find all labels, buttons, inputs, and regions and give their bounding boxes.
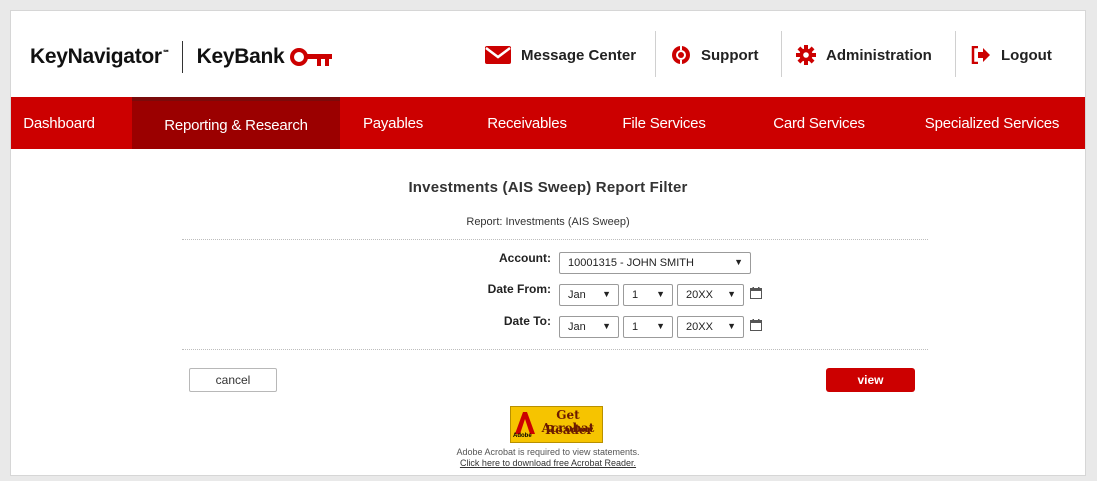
- date-to-label: Date To:: [503, 314, 551, 328]
- logout-label: Logout: [1001, 46, 1052, 64]
- nav-specialized-services[interactable]: Specialized Services: [907, 97, 1077, 149]
- administration-label: Administration: [826, 46, 932, 64]
- logout-link[interactable]: Logout: [971, 35, 1052, 75]
- date-from-month-select[interactable]: Jan ▼: [559, 284, 619, 306]
- main-nav: Dashboard Reporting & Research Payables …: [11, 97, 1085, 149]
- nav-payables[interactable]: Payables: [351, 97, 435, 149]
- date-from-year-select[interactable]: 20XX ▼: [677, 284, 744, 306]
- support-label: Support: [701, 46, 759, 64]
- key-icon: [290, 48, 333, 66]
- gear-icon: [796, 45, 816, 65]
- product-name: KeyNavigator℠: [30, 45, 170, 68]
- util-divider: [781, 31, 782, 77]
- util-divider: [955, 31, 956, 77]
- administration-link[interactable]: Administration: [796, 35, 932, 75]
- divider: [182, 349, 928, 350]
- calendar-icon[interactable]: [750, 287, 762, 299]
- account-select[interactable]: 10001315 - JOHN SMITH ▼: [559, 252, 751, 274]
- util-divider: [655, 31, 656, 77]
- nav-receivables[interactable]: Receivables: [467, 97, 587, 149]
- dropdown-arrow-icon: ▼: [602, 289, 611, 299]
- envelope-icon: [485, 46, 511, 64]
- page-title: Investments (AIS Sweep) Report Filter: [408, 179, 688, 196]
- bank-name: KeyBank: [196, 45, 285, 68]
- adobe-wordmark: Adobe: [513, 433, 532, 439]
- header: KeyNavigator℠ KeyBank Message Center Sup…: [11, 11, 1085, 97]
- badge-line2: Reader: [545, 423, 593, 437]
- dropdown-arrow-icon: ▼: [656, 289, 665, 299]
- brand-logo[interactable]: KeyNavigator℠ KeyBank: [30, 41, 334, 73]
- account-label: Account:: [499, 251, 551, 265]
- date-to-year-select[interactable]: 20XX ▼: [677, 316, 744, 338]
- support-link[interactable]: Support: [671, 35, 759, 75]
- message-center-label: Message Center: [521, 46, 637, 64]
- nav-file-services[interactable]: File Services: [603, 97, 725, 149]
- dropdown-arrow-icon: ▼: [656, 321, 665, 331]
- get-acrobat-reader-badge[interactable]: Adobe Get Acrobat Reader: [510, 406, 603, 443]
- date-from-day-select[interactable]: 1 ▼: [623, 284, 673, 306]
- date-to-day-select[interactable]: 1 ▼: [623, 316, 673, 338]
- date-to-year-value: 20XX: [686, 321, 713, 333]
- view-button[interactable]: view: [826, 368, 915, 392]
- brand-divider: [181, 41, 183, 73]
- dropdown-arrow-icon: ▼: [727, 321, 736, 331]
- date-to-day-value: 1: [632, 321, 639, 333]
- divider: [182, 239, 928, 240]
- calendar-icon[interactable]: [750, 319, 762, 331]
- download-acrobat-link[interactable]: Click here to download free Acrobat Read…: [11, 458, 1085, 468]
- date-from-month-value: Jan: [568, 289, 586, 301]
- date-from-day-value: 1: [632, 289, 639, 301]
- account-value: 10001315 - JOHN SMITH: [568, 257, 694, 269]
- date-to-month-select[interactable]: Jan ▼: [559, 316, 619, 338]
- nav-dashboard[interactable]: Dashboard: [11, 97, 107, 149]
- cancel-button[interactable]: cancel: [189, 368, 277, 392]
- report-subtitle: Report: Investments (AIS Sweep): [466, 216, 630, 228]
- date-from-label: Date From:: [487, 282, 551, 296]
- date-from-year-value: 20XX: [686, 289, 713, 301]
- lifebuoy-icon: [671, 45, 691, 65]
- logout-arrow-icon: [971, 46, 991, 64]
- nav-card-services[interactable]: Card Services: [756, 97, 882, 149]
- date-to-month-value: Jan: [568, 321, 586, 333]
- page-frame: KeyNavigator℠ KeyBank Message Center Sup…: [10, 10, 1086, 476]
- acrobat-required-note: Adobe Acrobat is required to view statem…: [456, 447, 640, 457]
- message-center-link[interactable]: Message Center: [485, 35, 636, 75]
- nav-reporting-research[interactable]: Reporting & Research: [132, 97, 340, 149]
- dropdown-arrow-icon: ▼: [602, 321, 611, 331]
- dropdown-arrow-icon: ▼: [727, 289, 736, 299]
- dropdown-arrow-icon: ▼: [734, 257, 743, 267]
